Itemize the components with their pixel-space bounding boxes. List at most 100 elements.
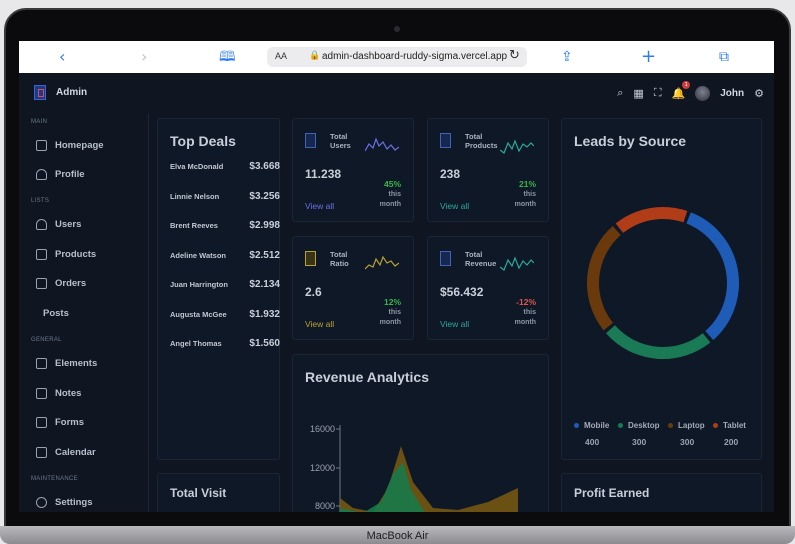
section-main: MAIN [31, 119, 48, 125]
deal-value: $1.560 [249, 338, 280, 349]
legend-mobile: Mobile [574, 421, 609, 430]
new-tab-icon[interactable]: + [641, 47, 656, 67]
bell-icon[interactable]: 🔔 1 [672, 80, 691, 100]
sidebar-item-posts[interactable]: Posts [43, 305, 69, 321]
total-visit-card: Total Visit [157, 473, 280, 512]
sidebar-item-homepage[interactable]: Homepage [36, 137, 104, 153]
text-size-button[interactable]: AA [275, 51, 287, 61]
sidebar-item-settings[interactable]: Settings [36, 494, 92, 510]
list-item[interactable]: Linnie Nelson $3.256 [170, 191, 280, 202]
legend-value-desktop: 300 [632, 437, 647, 447]
stat-percent: 21% [518, 179, 536, 189]
sidebar-item-notes[interactable]: Notes [36, 385, 81, 401]
stat-title: Total Products [465, 132, 498, 150]
camera-dot [394, 26, 400, 32]
home-icon [36, 139, 47, 151]
ratio-stat-icon [305, 251, 316, 266]
stat-percent: 45% [383, 179, 401, 189]
stat-percent: 12% [383, 297, 401, 307]
legend-tablet: Tablet [713, 421, 746, 430]
admin-app: Admin ⌕ ▦ ⛶ 🔔 1 John ⚙ MAIN Homepage Prof… [19, 73, 774, 512]
sidebar-item-orders[interactable]: Orders [36, 275, 86, 291]
sidebar-item-calendar[interactable]: Calendar [36, 444, 96, 460]
deal-name: Augusta McGee [170, 310, 227, 319]
form-icon [36, 416, 47, 428]
revenue-area-chart: 16000 12000 8000 [310, 424, 518, 512]
sidebar-item-label: Products [55, 248, 97, 260]
grid-icon [36, 357, 47, 369]
top-deals-title: Top Deals [170, 133, 236, 149]
view-all-link[interactable]: View all [305, 319, 334, 329]
view-all-link[interactable]: View all [440, 319, 469, 329]
expand-icon[interactable]: ⛶ [654, 86, 662, 100]
leads-donut-chart [587, 207, 739, 359]
list-item[interactable]: Adeline Watson $2.512 [170, 250, 280, 261]
view-all-link[interactable]: View all [440, 201, 469, 211]
sidebar-item-products[interactable]: Products [36, 246, 96, 262]
donut-slice-desktop [605, 325, 711, 359]
stat-period: this month [514, 309, 536, 326]
sidebar-item-label: Elements [55, 357, 98, 369]
stat-card-users: Total Users 11.238 45% this month View all [292, 118, 414, 222]
stat-value: $56.432 [440, 285, 484, 299]
sidebar-item-elements[interactable]: Elements [36, 355, 97, 371]
donut-slice-mobile [686, 212, 739, 341]
sidebar-item-label: Profile [55, 168, 85, 180]
sidebar-item-forms[interactable]: Forms [36, 414, 84, 430]
user-icon [36, 168, 47, 180]
users-stat-icon [305, 133, 316, 148]
profit-title: Profit Earned [574, 486, 650, 500]
sidebar-item-label: Forms [55, 416, 85, 428]
stat-period: this month [514, 191, 536, 208]
lock-icon: 🔒 [309, 51, 321, 61]
sidebar-item-label: Users [55, 218, 82, 230]
section-lists: LISTS [31, 198, 50, 204]
y-tick-label: 12000 [310, 463, 335, 473]
legend-value-mobile: 400 [585, 437, 600, 447]
gear-icon[interactable]: ⚙ [754, 87, 764, 100]
list-item[interactable]: Elva McDonald $3.668 [170, 161, 280, 172]
address-bar[interactable]: AA 🔒 admin-dashboard-ruddy-sigma.vercel.… [267, 47, 527, 67]
deal-name: Adeline Watson [170, 251, 226, 260]
sidebar-item-users[interactable]: Users [36, 216, 81, 232]
list-item[interactable]: Angel Thomas $1.560 [170, 338, 280, 349]
list-item[interactable]: Augusta McGee $1.932 [170, 309, 280, 320]
deal-name: Brent Reeves [170, 221, 218, 230]
deal-name: Linnie Nelson [170, 192, 220, 201]
section-maintenance: MAINTENANCE [31, 476, 78, 482]
forward-icon[interactable]: › [141, 47, 147, 67]
screen: ‹ › 🕮 AA 🔒 admin-dashboard-ruddy-sigma.v… [19, 41, 774, 512]
list-item[interactable]: Brent Reeves $2.998 [170, 220, 280, 231]
sidebar-item-profile[interactable]: Profile [36, 166, 85, 182]
bookmarks-icon[interactable]: 🕮 [219, 47, 236, 67]
stat-title: Total Revenue [465, 250, 497, 268]
back-icon[interactable]: ‹ [59, 47, 65, 67]
search-icon[interactable]: ⌕ [617, 86, 623, 100]
sidebar-item-label: Notes [55, 387, 82, 399]
share-icon[interactable]: ⇪ [561, 47, 573, 67]
deal-name: Juan Harrington [170, 280, 228, 289]
revenue-title: Revenue Analytics [305, 369, 429, 385]
legend-laptop: Laptop [668, 421, 705, 430]
deal-name: Elva McDonald [170, 162, 224, 171]
avatar[interactable] [695, 85, 711, 101]
revenue-stat-icon [440, 251, 451, 266]
stat-title: Total Users [330, 132, 351, 150]
profit-earned-card: Profit Earned [561, 473, 762, 512]
brand-name[interactable]: Admin [56, 87, 87, 98]
stat-value: 11.238 [305, 167, 342, 181]
user-name[interactable]: John [720, 88, 744, 99]
reload-icon[interactable]: ↻ [509, 48, 520, 63]
sidebar: MAIN Homepage Profile LISTS Users Produc… [19, 113, 149, 512]
apps-icon[interactable]: ▦ [633, 87, 643, 100]
url-text[interactable]: admin-dashboard-ruddy-sigma.vercel.app [322, 51, 507, 62]
view-all-link[interactable]: View all [305, 201, 334, 211]
tabs-icon[interactable]: ⧉ [719, 47, 729, 67]
total-visit-title: Total Visit [170, 486, 227, 500]
deal-value: $3.668 [249, 161, 280, 172]
list-item[interactable]: Juan Harrington $2.134 [170, 279, 280, 290]
leads-title: Leads by Source [574, 133, 687, 149]
deal-value: $3.256 [249, 191, 280, 202]
device-label: MacBook Air [366, 530, 429, 542]
calendar-icon [36, 446, 47, 458]
